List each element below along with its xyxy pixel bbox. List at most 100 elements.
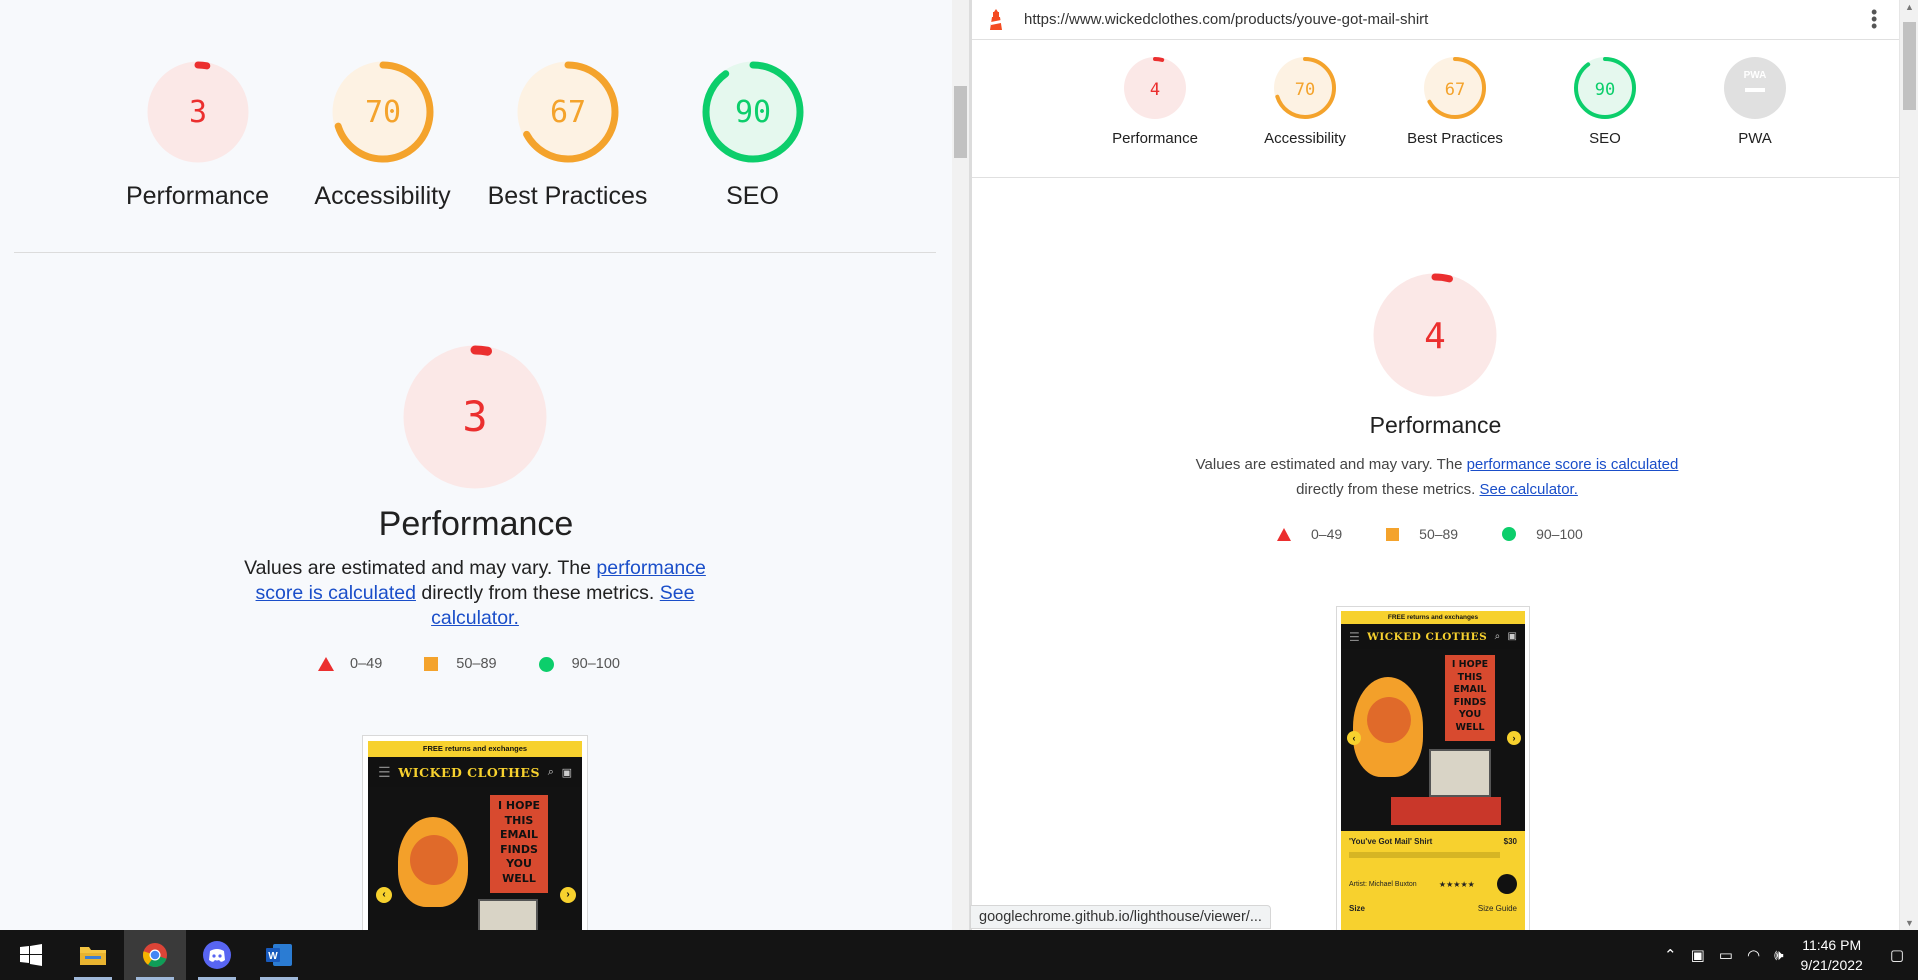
legend-average: 50–89 xyxy=(1386,526,1458,542)
skull-graphic xyxy=(410,835,458,885)
left-report-pane: 3 Performance 70 Accessibility 67 Best P… xyxy=(0,0,952,930)
chat-icon xyxy=(1497,874,1517,894)
next-arrow-icon: › xyxy=(560,887,576,903)
chrome-icon[interactable] xyxy=(124,930,186,980)
legend-label: 0–49 xyxy=(1311,526,1343,542)
site-banner: FREE returns and exchanges xyxy=(368,741,582,757)
sign-text: I HOPE THIS EMAIL FINDS YOU WELL xyxy=(490,795,548,893)
big-score: 4 xyxy=(1424,316,1446,357)
triangle-icon xyxy=(1277,527,1291,541)
scroll-down-icon[interactable]: ▼ xyxy=(1905,918,1914,928)
site-nav: ☰ WICKED CLOTHES ⌕ ▣ xyxy=(1341,624,1525,649)
divider xyxy=(14,252,936,253)
right-scrollbar[interactable]: ▲ ▼ xyxy=(1899,0,1918,930)
clock[interactable]: 11:46 PM 9/21/2022 xyxy=(1801,935,1863,975)
gauge-label: PWA xyxy=(1738,130,1772,147)
discord-icon[interactable] xyxy=(186,930,248,980)
size-guide-link: Size Guide xyxy=(1477,904,1517,913)
gauge-best-practices[interactable]: 67 Best Practices xyxy=(475,60,660,211)
right-report-pane: https://www.wickedclothes.com/products/y… xyxy=(972,0,1899,930)
gauge-best-practices[interactable]: 67 Best Practices xyxy=(1380,56,1530,147)
gauge-score: 90 xyxy=(734,95,770,130)
performance-big-gauge: 3 xyxy=(403,345,547,489)
bag-icon: ▣ xyxy=(561,766,572,779)
gauge-accessibility[interactable]: 70 Accessibility xyxy=(290,60,475,211)
gauge-performance[interactable]: 4 Performance xyxy=(1080,56,1230,147)
gauge-seo[interactable]: 90 SEO xyxy=(660,60,845,211)
meet-now-icon[interactable]: ▣ xyxy=(1691,946,1705,964)
report-topbar: https://www.wickedclothes.com/products/y… xyxy=(972,0,1899,40)
scroll-thumb[interactable] xyxy=(1903,22,1916,110)
notifications-icon[interactable]: ▢ xyxy=(1890,946,1904,964)
legend-fail: 0–49 xyxy=(318,656,382,672)
left-scrollbar[interactable] xyxy=(952,0,969,930)
category-gauges: 4 Performance 70 Accessibility 67 Best P… xyxy=(1080,56,1830,147)
scroll-up-icon[interactable]: ▲ xyxy=(1905,2,1914,12)
site-brand: WICKED CLOTHES xyxy=(398,764,540,780)
gauge-ring: 90 xyxy=(702,61,803,163)
pwa-text: PWA xyxy=(1744,70,1767,81)
gauge-performance[interactable]: 3 Performance xyxy=(105,60,290,211)
battery-icon[interactable]: ▭ xyxy=(1719,946,1733,964)
square-icon xyxy=(1386,527,1400,541)
wifi-icon[interactable]: ◠ xyxy=(1747,946,1760,964)
word-icon[interactable]: W xyxy=(248,930,310,980)
site-banner: FREE returns and exchanges xyxy=(1341,611,1525,624)
circle-icon xyxy=(538,656,554,672)
search-icon: ⌕ xyxy=(547,765,554,778)
desc-text: directly from these metrics. xyxy=(415,582,660,604)
legend-label: 90–100 xyxy=(1536,526,1583,542)
legend-label: 0–49 xyxy=(350,656,383,672)
screen: 3 Performance 70 Accessibility 67 Best P… xyxy=(0,0,1918,980)
legend-fail: 0–49 xyxy=(1277,526,1342,542)
clock-time: 11:46 PM xyxy=(1802,937,1862,953)
gauge-ring: 67 xyxy=(517,61,618,163)
legend-label: 50–89 xyxy=(1419,526,1459,542)
performance-title: Performance xyxy=(378,505,574,543)
file-explorer-icon[interactable] xyxy=(62,930,124,980)
hamburger-icon: ☰ xyxy=(378,763,391,780)
performance-title: Performance xyxy=(1369,412,1502,438)
gauge-accessibility[interactable]: 70 Accessibility xyxy=(1230,56,1380,147)
gauge-pwa[interactable]: PWA PWA xyxy=(1680,56,1830,147)
gauge-score: 67 xyxy=(549,95,585,130)
gauge-label: SEO xyxy=(1589,130,1621,147)
gauge-score: 70 xyxy=(1295,80,1315,100)
rating-stars: ★★★★★ xyxy=(1438,879,1475,889)
gauge-score: 3 xyxy=(188,95,206,130)
triangle-icon xyxy=(318,657,334,671)
gauge-seo[interactable]: 90 SEO xyxy=(1530,56,1680,147)
score-legend: 0–49 50–89 90–100 xyxy=(1277,526,1627,542)
show-hidden-icons-icon[interactable]: ⌃ xyxy=(1664,946,1677,964)
desc-text: Values are estimated and may vary. The xyxy=(1195,456,1467,473)
legend-pass: 90–100 xyxy=(1502,526,1583,542)
performance-description: Values are estimated and may vary. The p… xyxy=(1182,452,1692,502)
gauge-label: SEO xyxy=(726,182,779,210)
lighthouse-icon xyxy=(990,8,1002,30)
square-icon xyxy=(424,657,439,671)
final-screenshot: FREE returns and exchanges ☰ WICKED CLOT… xyxy=(362,735,588,930)
report-url[interactable]: https://www.wickedclothes.com/products/y… xyxy=(1024,11,1428,28)
artist-credit: Artist: Michael Buxton xyxy=(1349,880,1417,888)
product-price: $30 xyxy=(1503,837,1517,846)
gauge-ring: 70 xyxy=(332,61,433,163)
see-calculator-link[interactable]: See calculator. xyxy=(1479,481,1577,498)
gauge-label: Performance xyxy=(1112,130,1198,147)
desk-graphic xyxy=(1391,797,1501,825)
legend-label: 50–89 xyxy=(456,656,497,672)
svg-text:W: W xyxy=(268,951,278,962)
site-nav: ☰ WICKED CLOTHES ⌕ ▣ xyxy=(368,757,582,787)
computer-graphic xyxy=(478,899,538,930)
score-calculated-link[interactable]: performance score is calculated xyxy=(1467,456,1679,473)
more-options-icon[interactable]: • • • xyxy=(1871,3,1877,35)
final-screenshot: FREE returns and exchanges ☰ WICKED CLOT… xyxy=(1336,606,1530,930)
volume-icon[interactable]: 🕪 xyxy=(1774,947,1783,964)
gauge-ring: 4 xyxy=(1124,57,1186,119)
gauge-ring: 70 xyxy=(1274,57,1336,119)
start-icon[interactable] xyxy=(0,930,62,980)
gauge-ring: 3 xyxy=(147,61,248,163)
gauge-score: 70 xyxy=(364,95,400,130)
scroll-thumb[interactable] xyxy=(954,86,967,158)
product-image: I HOPE THIS EMAIL FINDS YOU WELL ‹ › xyxy=(1341,649,1525,831)
legend-label: 90–100 xyxy=(571,656,620,672)
